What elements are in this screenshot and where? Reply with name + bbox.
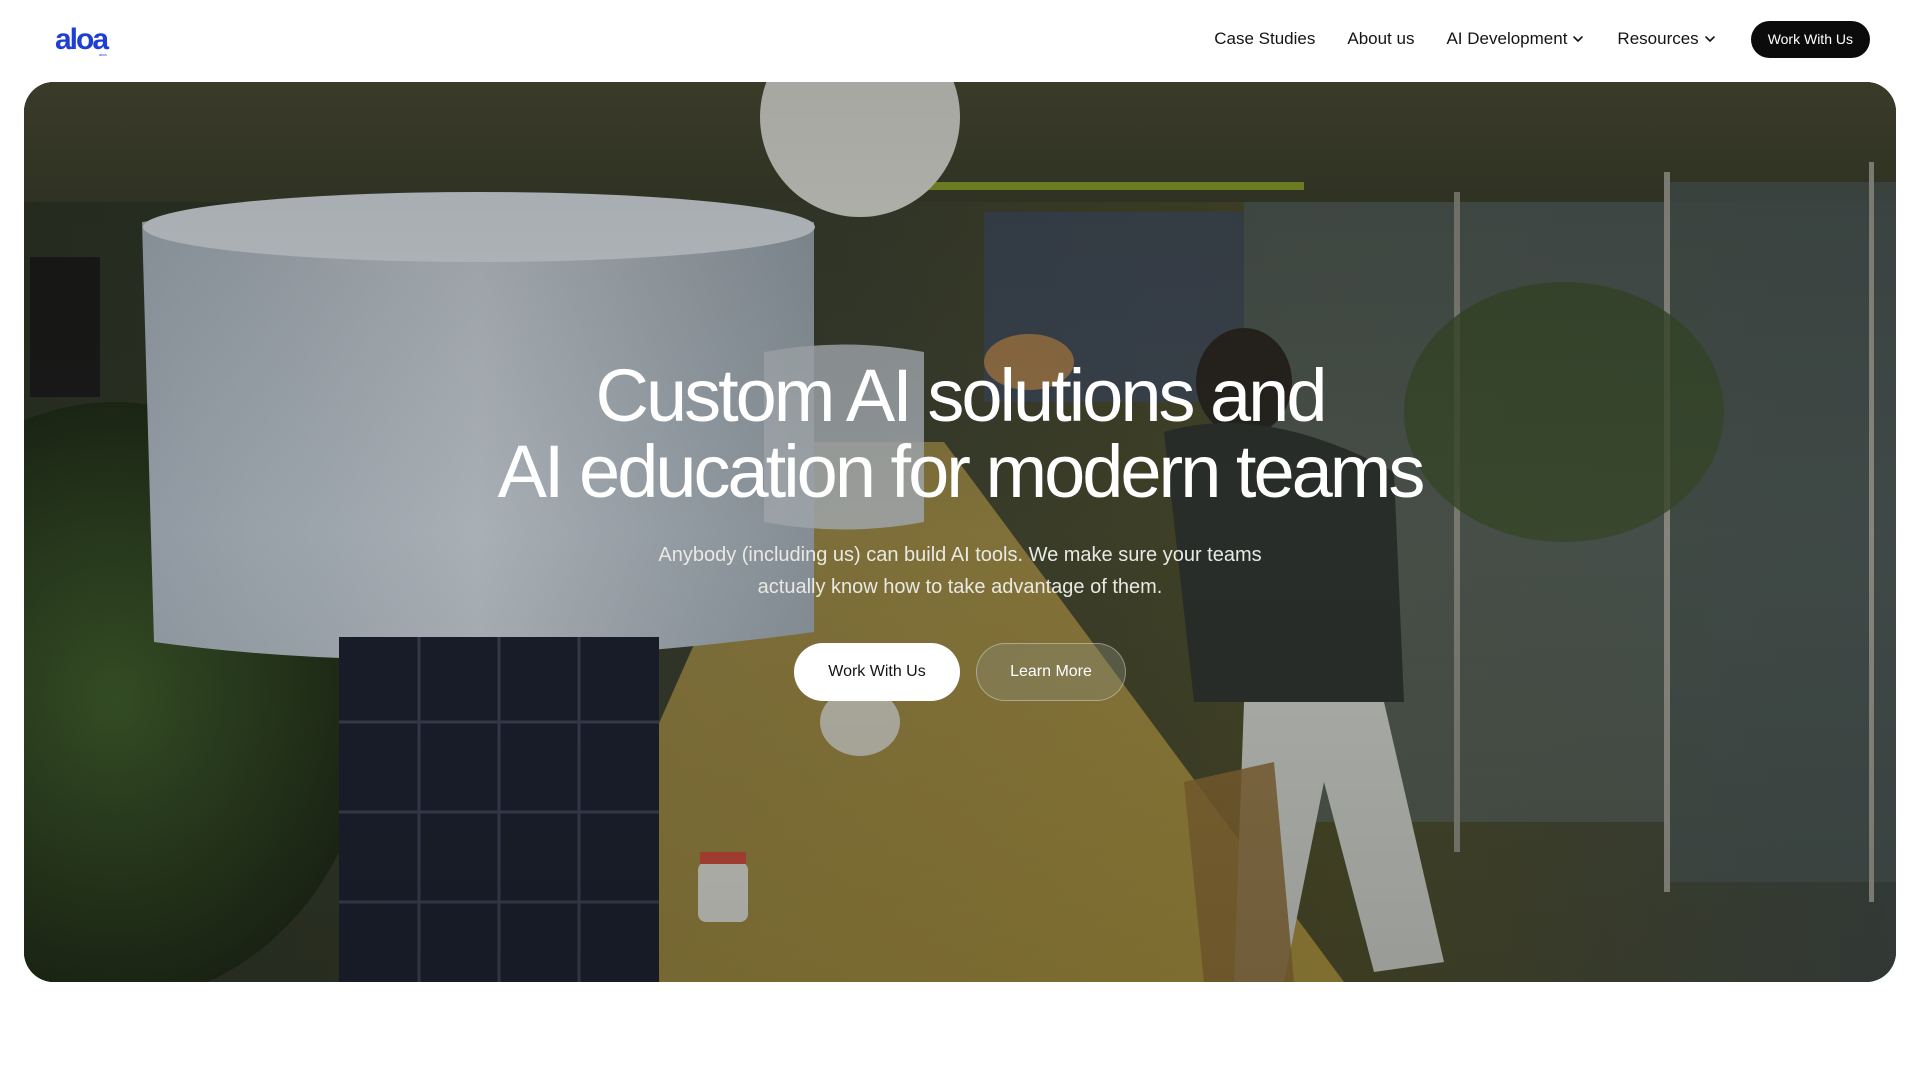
hero-title: Custom AI solutions and AI education for… bbox=[24, 358, 1896, 510]
hero-subtitle-line-2: actually know how to take advantage of t… bbox=[757, 576, 1163, 598]
hero-title-line-2: AI education for modern teams bbox=[497, 430, 1426, 513]
nav-work-with-us-button[interactable]: Work With Us bbox=[1750, 20, 1870, 58]
hero-subtitle: Anybody (including us) can build AI tool… bbox=[24, 539, 1896, 603]
hero-subtitle-line-1: Anybody (including us) can build AI tool… bbox=[658, 544, 1262, 566]
chevron-down-icon bbox=[1704, 36, 1715, 42]
aloa-logo[interactable]: aloa aloa bbox=[55, 22, 119, 58]
hero-learn-more-button[interactable]: Learn More bbox=[976, 643, 1126, 701]
site-header: aloa aloa Case Studies About us AI Devel… bbox=[0, 0, 1920, 82]
hero-section: Custom AI solutions and AI education for… bbox=[24, 82, 1896, 982]
main-nav: Case Studies About us AI Development Res… bbox=[1214, 0, 1920, 78]
nav-resources-label: Resources bbox=[1617, 29, 1699, 48]
hero-buttons: Work With Us Learn More bbox=[24, 643, 1896, 701]
nav-resources[interactable]: Resources bbox=[1617, 29, 1716, 49]
hero-overlay bbox=[24, 82, 1896, 982]
chevron-down-icon bbox=[1573, 36, 1584, 42]
nav-about-us-label: About us bbox=[1347, 29, 1415, 48]
nav-ai-development[interactable]: AI Development bbox=[1446, 29, 1585, 49]
nav-ai-development-label: AI Development bbox=[1446, 29, 1568, 48]
hero-work-with-us-button[interactable]: Work With Us bbox=[794, 643, 960, 701]
nav-case-studies[interactable]: Case Studies bbox=[1214, 29, 1315, 49]
nav-about-us[interactable]: About us bbox=[1347, 29, 1414, 49]
aloa-logo-mark: aloa aloa bbox=[55, 23, 111, 57]
nav-case-studies-label: Case Studies bbox=[1214, 29, 1316, 48]
svg-text:aloa: aloa bbox=[99, 52, 107, 57]
hero-title-line-1: Custom AI solutions and bbox=[595, 354, 1328, 437]
